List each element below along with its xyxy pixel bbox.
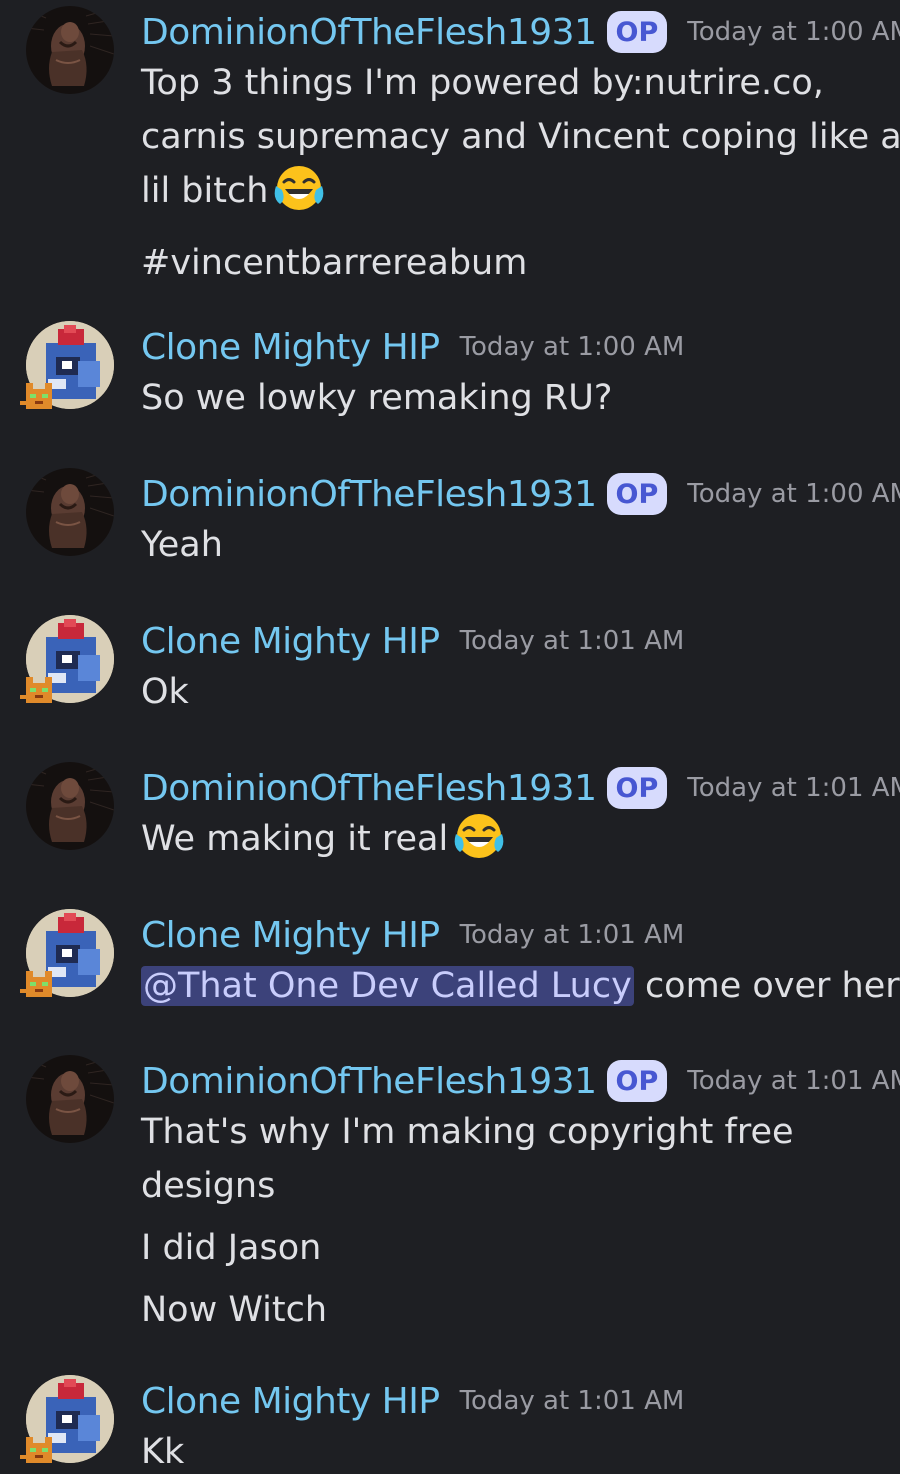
- message-line: Ok: [141, 672, 189, 712]
- flesh-avatar-art: [26, 468, 114, 556]
- message-header: Clone Mighty HIP Today at 1:00 AM: [141, 315, 684, 379]
- username[interactable]: DominionOfTheFlesh1931: [141, 1061, 597, 1102]
- robot-cat-avatar-art: [20, 909, 114, 997]
- avatar[interactable]: [26, 762, 114, 850]
- avatar[interactable]: [26, 1055, 114, 1143]
- message-content: That's why I'm making copyright free des…: [141, 1105, 886, 1337]
- op-badge: OP: [606, 11, 668, 53]
- message-line: Kk: [141, 1432, 185, 1472]
- robot-cat-avatar-art: [20, 615, 114, 703]
- message-header: Clone Mighty HIP Today at 1:01 AM: [141, 1369, 684, 1433]
- timestamp: Today at 1:00 AM: [687, 479, 900, 509]
- timestamp: Today at 1:00 AM: [687, 17, 900, 47]
- joy-emoji[interactable]: [274, 164, 324, 228]
- message-line: That's why I'm making copyright free: [141, 1112, 794, 1152]
- username[interactable]: Clone Mighty HIP: [141, 621, 440, 662]
- message-content: Ok: [141, 665, 886, 719]
- message-header: Clone Mighty HIP Today at 1:01 AM: [141, 903, 684, 967]
- message-content: We making it real: [141, 812, 886, 876]
- robot-cat-avatar-art: [20, 1375, 114, 1463]
- message-line: So we lowky remaking RU?: [141, 378, 613, 418]
- message-text: come over here: [633, 966, 900, 1006]
- message-header: DominionOfTheFlesh1931 OP Today at 1:01 …: [141, 1049, 900, 1113]
- timestamp: Today at 1:00 AM: [459, 332, 685, 362]
- joy-emoji-art: [454, 814, 504, 858]
- message-line: carnis supremacy and Vincent coping like…: [141, 117, 900, 157]
- message-text: We making it real: [141, 819, 449, 859]
- joy-emoji-art: [275, 166, 324, 210]
- avatar[interactable]: [26, 468, 114, 556]
- chat-message-list: DominionOfTheFlesh1931 OP Today at 1:00 …: [0, 0, 900, 1474]
- message-line: Yeah: [141, 525, 223, 565]
- op-badge: OP: [606, 767, 668, 809]
- user-mention[interactable]: @That One Dev Called Lucy: [141, 966, 634, 1006]
- avatar[interactable]: [20, 1375, 114, 1463]
- message-content: Top 3 things I'm powered by:nutrire.co, …: [141, 56, 900, 290]
- username[interactable]: Clone Mighty HIP: [141, 915, 440, 956]
- message-line: designs: [141, 1166, 276, 1206]
- timestamp: Today at 1:01 AM: [459, 1386, 685, 1416]
- message-header: Clone Mighty HIP Today at 1:01 AM: [141, 609, 684, 673]
- timestamp: Today at 1:01 AM: [459, 626, 685, 656]
- message-line: We making it real: [141, 812, 886, 876]
- flesh-avatar-art: [26, 6, 114, 94]
- message-header: DominionOfTheFlesh1931 OP Today at 1:01 …: [141, 756, 900, 820]
- message-line: lil bitch: [141, 164, 886, 228]
- avatar[interactable]: [26, 6, 114, 94]
- message-line: I did Jason: [141, 1228, 322, 1268]
- op-badge: OP: [606, 1060, 668, 1102]
- username[interactable]: DominionOfTheFlesh1931: [141, 474, 597, 515]
- avatar[interactable]: [20, 615, 114, 703]
- timestamp: Today at 1:01 AM: [687, 1066, 900, 1096]
- op-badge: OP: [606, 473, 668, 515]
- timestamp: Today at 1:01 AM: [687, 773, 900, 803]
- message-text: lil bitch: [141, 171, 269, 211]
- message-content: Yeah: [141, 518, 886, 572]
- message-header: DominionOfTheFlesh1931 OP Today at 1:00 …: [141, 462, 900, 526]
- username[interactable]: DominionOfTheFlesh1931: [141, 12, 597, 53]
- message-line: #vincentbarrereabum: [141, 243, 528, 283]
- robot-cat-avatar-art: [20, 321, 114, 409]
- flesh-avatar-art: [26, 1055, 114, 1143]
- username[interactable]: DominionOfTheFlesh1931: [141, 768, 597, 809]
- username[interactable]: Clone Mighty HIP: [141, 1381, 440, 1422]
- timestamp: Today at 1:01 AM: [459, 920, 685, 950]
- message-line: @That One Dev Called Lucy come over here: [141, 959, 900, 1013]
- avatar[interactable]: [20, 321, 114, 409]
- message-content: Kk: [141, 1425, 886, 1474]
- username[interactable]: Clone Mighty HIP: [141, 327, 440, 368]
- message-header: DominionOfTheFlesh1931 OP Today at 1:00 …: [141, 0, 900, 64]
- flesh-avatar-art: [26, 762, 114, 850]
- message-line: Now Witch: [141, 1290, 328, 1330]
- message-line: Top 3 things I'm powered by:nutrire.co,: [141, 63, 824, 103]
- joy-emoji[interactable]: [454, 812, 504, 876]
- message-content: @That One Dev Called Lucy come over here: [141, 959, 900, 1013]
- message-content: So we lowky remaking RU?: [141, 371, 886, 425]
- avatar[interactable]: [20, 909, 114, 997]
